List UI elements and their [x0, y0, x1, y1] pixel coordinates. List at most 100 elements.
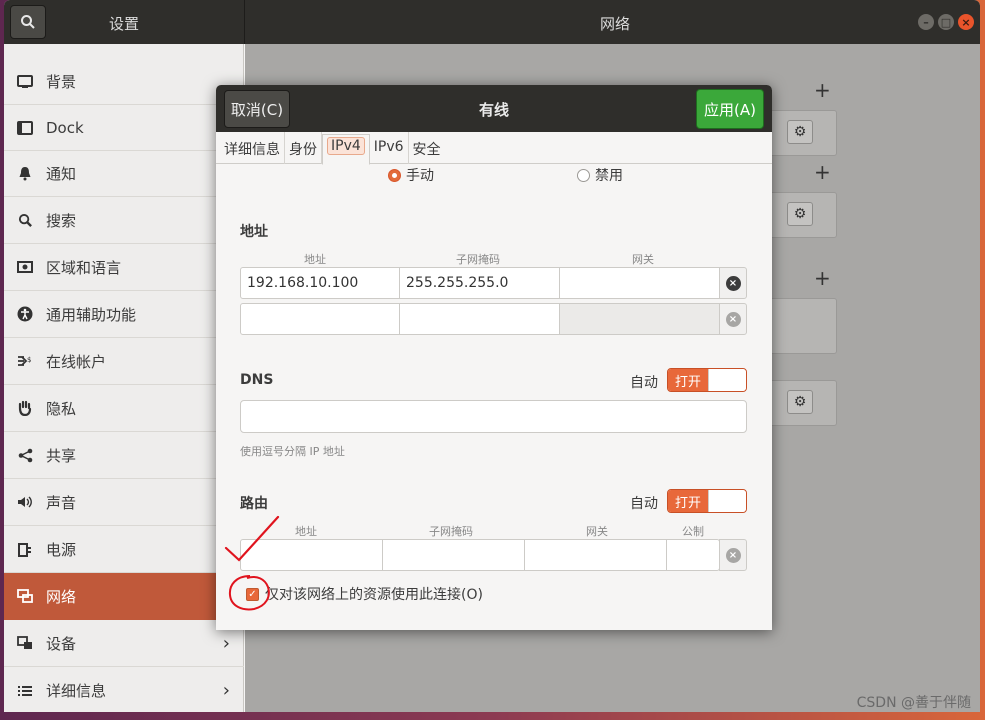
delete-route-button[interactable]: × [719, 539, 747, 571]
toggle-knob [708, 490, 746, 512]
titlebar-divider [244, 0, 245, 44]
checkmark-icon: ✓ [246, 587, 259, 601]
method-manual-radio[interactable]: 手动 [388, 165, 434, 185]
radio-unselected-icon [577, 168, 590, 182]
network-icon [16, 587, 34, 605]
search-icon [16, 211, 34, 229]
delete-address-button[interactable]: × [719, 267, 747, 299]
search-button[interactable] [10, 5, 46, 39]
sidebar-item-label: 背景 [46, 73, 77, 91]
route-gateway-input[interactable] [525, 540, 667, 570]
only-local-resources-label: 仅对该网络上的资源使用此连接(O) [265, 587, 483, 603]
sidebar-item-power[interactable]: 电源 [4, 526, 244, 573]
tab-ipv4[interactable]: IPv4 [322, 134, 370, 165]
gear-icon[interactable]: ⚙ [787, 390, 813, 414]
minimize-button[interactable]: – [918, 14, 934, 30]
netmask-input[interactable]: 255.255.255.0 [400, 268, 560, 298]
gateway-col-header: 网关 [632, 253, 654, 266]
chevron-right-icon: › [222, 632, 230, 654]
address-section-title: 地址 [240, 224, 268, 240]
sidebar-item-label: 在线帐户 [46, 352, 107, 371]
add-connection-plus-icon[interactable]: + [814, 78, 831, 102]
page-title: 网络 [600, 15, 631, 33]
sidebar-item-search[interactable]: 搜索 [4, 197, 244, 244]
gear-icon[interactable]: ⚙ [787, 202, 813, 226]
netmask-col-header: 子网掩码 [456, 253, 500, 266]
close-icon: × [961, 15, 971, 29]
sidebar-item-privacy[interactable]: 隐私 [4, 385, 244, 432]
dialog-header: 取消(C) 有线 应用(A) [216, 85, 772, 132]
route-row [240, 539, 720, 571]
route-gateway-col-header: 网关 [586, 525, 608, 538]
sidebar-item-label: 共享 [46, 446, 77, 465]
gear-icon[interactable]: ⚙ [787, 120, 813, 144]
gateway-input[interactable] [560, 304, 722, 334]
sidebar-item-sharing[interactable]: 共享 [4, 432, 244, 479]
sidebar-item-details[interactable]: 详细信息 › [4, 667, 244, 712]
close-button[interactable]: × [958, 14, 974, 30]
address-input[interactable] [241, 304, 400, 334]
route-address-input[interactable] [241, 540, 383, 570]
power-icon [16, 540, 34, 558]
tab-details[interactable]: 详细信息 [220, 132, 285, 164]
apply-button[interactable]: 应用(A) [696, 89, 764, 129]
sidebar-item-accessibility[interactable]: 通用辅助功能 [4, 291, 244, 338]
sidebar-item-notifications[interactable]: 通知 [4, 151, 244, 197]
toggle-on-label: 打开 [668, 369, 708, 391]
svg-text:$: $ [27, 356, 31, 364]
routes-auto-toggle[interactable]: 打开 [667, 489, 747, 513]
sidebar-item-background[interactable]: 背景 [4, 59, 244, 105]
add-proxy-plus-icon[interactable]: + [814, 266, 831, 290]
chevron-right-icon: › [222, 680, 230, 701]
titlebar: 设置 网络 – □ × [4, 0, 980, 44]
online-accounts-icon: $ [16, 352, 34, 370]
dns-hint: 使用逗号分隔 IP 地址 [240, 445, 345, 458]
add-vpn-plus-icon[interactable]: + [814, 160, 831, 184]
tab-identity[interactable]: 身份 [285, 132, 322, 164]
sidebar-item-region[interactable]: 区域和语言 [4, 244, 244, 291]
radio-selected-icon [388, 168, 401, 182]
netmask-input[interactable] [400, 304, 560, 334]
sidebar-item-label: Dock [46, 118, 84, 137]
sidebar-item-dock[interactable]: Dock [4, 105, 244, 151]
route-metric-input[interactable] [667, 540, 719, 570]
only-local-resources-checkbox[interactable]: ✓ 仅对该网络上的资源使用此连接(O) [246, 584, 483, 604]
method-disabled-label: 禁用 [595, 168, 623, 184]
dns-section-title: DNS [240, 372, 274, 388]
accessibility-icon [16, 305, 34, 323]
route-address-col-header: 地址 [295, 525, 317, 538]
tab-ipv6[interactable]: IPv6 [370, 132, 409, 164]
devices-icon [16, 634, 34, 652]
gateway-input[interactable] [560, 268, 722, 298]
maximize-button[interactable]: □ [938, 14, 954, 30]
address-input[interactable]: 192.168.10.100 [241, 268, 400, 298]
route-netmask-input[interactable] [383, 540, 525, 570]
settings-title: 设置 [109, 15, 140, 33]
sidebar-item-label: 隐私 [46, 399, 77, 418]
toggle-knob [708, 369, 746, 391]
info-icon [16, 682, 34, 700]
tab-security[interactable]: 安全 [409, 132, 445, 164]
method-disabled-radio[interactable]: 禁用 [577, 165, 623, 185]
address-row-empty [240, 303, 723, 335]
route-metric-col-header: 公制 [682, 525, 704, 538]
sidebar-item-label: 网络 [46, 587, 77, 606]
share-icon [16, 446, 34, 464]
sidebar-item-network[interactable]: 网络 [4, 573, 244, 620]
dns-auto-toggle[interactable]: 打开 [667, 368, 747, 392]
sidebar-item-label: 详细信息 [46, 682, 107, 700]
sidebar-item-label: 通知 [46, 165, 77, 183]
sidebar-item-devices[interactable]: 设备 › [4, 620, 244, 667]
delete-icon: × [725, 311, 741, 327]
dock-icon [16, 119, 34, 137]
tab-ipv4-label: IPv4 [327, 137, 365, 155]
sidebar-item-online-accounts[interactable]: $ 在线帐户 [4, 338, 244, 385]
delete-address-button[interactable]: × [719, 303, 747, 335]
sidebar-item-sound[interactable]: 声音 [4, 479, 244, 526]
dns-input[interactable] [240, 400, 747, 433]
delete-icon: × [725, 547, 741, 563]
tab-bar: 详细信息 身份 IPv4 IPv6 安全 [216, 132, 772, 165]
routes-auto-label: 自动 [630, 496, 658, 512]
sidebar-item-label: 声音 [46, 493, 77, 512]
sidebar-item-label: 通用辅助功能 [46, 305, 137, 324]
